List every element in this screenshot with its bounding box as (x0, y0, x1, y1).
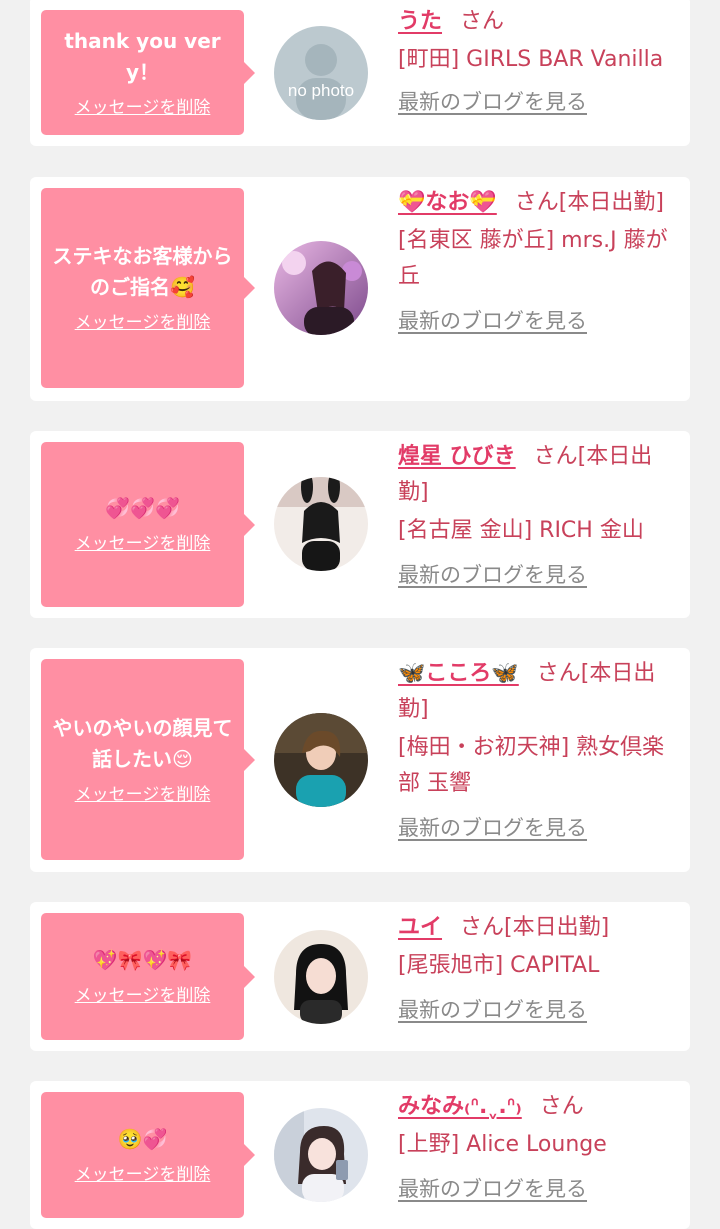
name-line: 煌星 ひびき さん[本日出勤] (398, 439, 680, 511)
honorific: さん (460, 9, 505, 34)
avatar-overlay-text: no photo (288, 81, 354, 100)
message-bubble: やいのやいの顔見て話したい😌 メッセージを削除 (41, 659, 255, 860)
girl-name-link[interactable]: ユイ (398, 915, 442, 940)
profile-photo-icon (274, 1108, 368, 1202)
avatar[interactable] (274, 930, 368, 1024)
shop-name: [名古屋 金山] RICH 金山 (398, 518, 644, 543)
honorific: さん[本日出勤] (460, 915, 610, 940)
delete-message-link[interactable]: メッセージを削除 (75, 984, 211, 1008)
honorific: さん (539, 1094, 584, 1119)
girl-name-link[interactable]: 💝なお💝 (398, 190, 497, 215)
shop-name: [梅田・お初天神] 熟女倶楽部 玉響 (398, 735, 665, 796)
message-card: thank you very！ メッセージを削除 no photo うた さん [… (30, 0, 690, 146)
latest-blog-link[interactable]: 最新のブログを見る (398, 814, 587, 842)
name-line: 🦋こころ🦋 さん[本日出勤] (398, 656, 680, 728)
message-feed: thank you very！ メッセージを削除 no photo うた さん [… (0, 0, 720, 1229)
avatar[interactable] (274, 477, 368, 571)
message-card: やいのやいの顔見て話したい😌 メッセージを削除 🦋こころ🦋 さん[本日出勤] [梅… (30, 648, 690, 872)
message-text: ステキなお客様からのご指名🥰 (52, 244, 233, 299)
avatar[interactable] (274, 1108, 368, 1202)
girl-name-link[interactable]: 煌星 ひびき (398, 444, 516, 469)
message-text: 💖🎀💖🎀 (92, 948, 193, 972)
profile-photo-icon (274, 713, 368, 807)
name-line: みなみ₍ᐢ.ˬ.ᐢ₎ さん (398, 1089, 680, 1125)
girl-name-link[interactable]: みなみ₍ᐢ.ˬ.ᐢ₎ (398, 1094, 522, 1119)
message-text: thank you very！ (64, 28, 221, 84)
delete-message-link[interactable]: メッセージを削除 (75, 783, 211, 807)
profile-photo-icon (274, 477, 368, 571)
delete-message-link[interactable]: メッセージを削除 (75, 96, 211, 120)
message-text: やいのやいの顔見て話したい😌 (52, 715, 233, 771)
delete-message-link[interactable]: メッセージを削除 (75, 1163, 211, 1187)
message-bubble: 💖🎀💖🎀 メッセージを削除 (41, 913, 255, 1040)
name-line: ユイ さん[本日出勤] (398, 910, 680, 946)
delete-message-link[interactable]: メッセージを削除 (75, 311, 211, 335)
message-card: 💖🎀💖🎀 メッセージを削除 ユイ さん[本日出勤] [尾張旭市] CAPITAL … (30, 902, 690, 1051)
latest-blog-link[interactable]: 最新のブログを見る (398, 88, 587, 116)
avatar[interactable] (274, 241, 368, 335)
profile-photo-icon (274, 930, 368, 1024)
profile-photo-icon (274, 241, 368, 335)
latest-blog-link[interactable]: 最新のブログを見る (398, 996, 587, 1024)
message-card: ステキなお客様からのご指名🥰 メッセージを削除 💝なお💝 さん[本日出勤] [名… (30, 177, 690, 401)
message-bubble: thank you very！ メッセージを削除 (41, 10, 255, 135)
girl-name-link[interactable]: うた (398, 9, 442, 34)
girl-info: ユイ さん[本日出勤] [尾張旭市] CAPITAL 最新のブログを見る (398, 910, 680, 1024)
message-card: 💞💞💞 メッセージを削除 煌星 ひびき さん[本日出勤] [名古屋 金山] RIC… (30, 431, 690, 618)
shop-name: [尾張旭市] CAPITAL (398, 953, 600, 978)
avatar[interactable] (274, 713, 368, 807)
message-text: 🥹💞 (117, 1126, 168, 1151)
message-bubble: 🥹💞 メッセージを削除 (41, 1092, 255, 1218)
avatar[interactable]: no photo (274, 26, 368, 120)
shop-name: [名東区 藤が丘] mrs.J 藤が丘 (398, 228, 668, 289)
message-bubble: 💞💞💞 メッセージを削除 (41, 442, 255, 607)
message-text: 💞💞💞 (105, 496, 180, 520)
latest-blog-link[interactable]: 最新のブログを見る (398, 561, 587, 589)
name-line: 💝なお💝 さん[本日出勤] (398, 185, 680, 221)
honorific: さん[本日出勤] (514, 190, 664, 215)
girl-info: うた さん [町田] GIRLS BAR Vanilla 最新のブログを見る (398, 4, 680, 116)
latest-blog-link[interactable]: 最新のブログを見る (398, 307, 587, 335)
girl-info: 煌星 ひびき さん[本日出勤] [名古屋 金山] RICH 金山 最新のブログを見… (398, 439, 680, 589)
shop-name: [町田] GIRLS BAR Vanilla (398, 47, 664, 72)
girl-info: 💝なお💝 さん[本日出勤] [名東区 藤が丘] mrs.J 藤が丘 最新のブログを… (398, 185, 680, 335)
girl-name-link[interactable]: 🦋こころ🦋 (398, 661, 519, 686)
shop-name: [上野] Alice Lounge (398, 1132, 607, 1157)
message-card: 🥹💞 メッセージを削除 みなみ₍ᐢ.ˬ.ᐢ₎ さん [上野] Alice Loun… (30, 1081, 690, 1229)
delete-message-link[interactable]: メッセージを削除 (75, 532, 211, 556)
girl-info: みなみ₍ᐢ.ˬ.ᐢ₎ さん [上野] Alice Lounge 最新のブログを見る (398, 1089, 680, 1203)
name-line: うた さん (398, 4, 680, 40)
girl-info: 🦋こころ🦋 さん[本日出勤] [梅田・お初天神] 熟女倶楽部 玉響 最新のブログを… (398, 656, 680, 842)
latest-blog-link[interactable]: 最新のブログを見る (398, 1175, 587, 1203)
placeholder-avatar-icon: no photo (274, 26, 368, 120)
message-bubble: ステキなお客様からのご指名🥰 メッセージを削除 (41, 188, 255, 388)
